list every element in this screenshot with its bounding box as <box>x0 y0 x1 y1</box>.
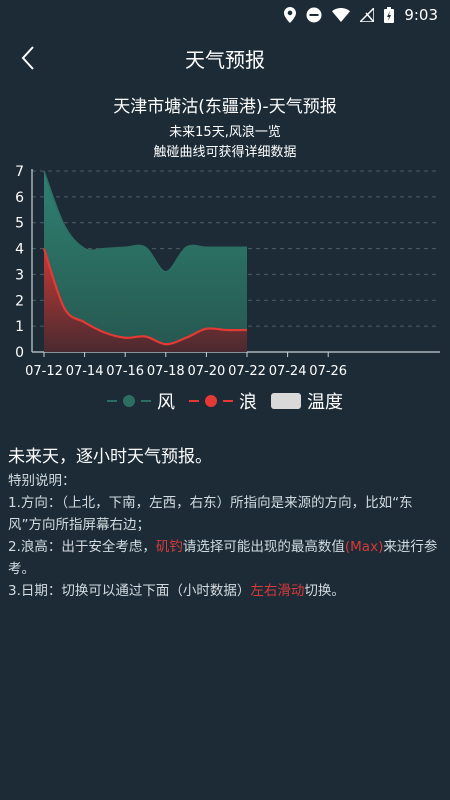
notes-date: 3.日期：切换可以通过下面（小时数据）左右滑动切换。 <box>8 583 345 599</box>
no-signal-icon <box>360 8 375 22</box>
y-tick-label: 6 <box>15 190 24 206</box>
nav-bar: 天气预报 <box>0 30 450 86</box>
notes-wave-height: 2.浪高：出于安全考虑，矶钓请选择可能出现的最高数值(Max)来进行参考。 <box>8 539 438 577</box>
info-title: 未来天，逐小时天气预报。 <box>8 447 212 467</box>
status-bar: 9:03 <box>0 0 450 30</box>
y-tick-label: 1 <box>15 319 24 335</box>
y-tick-label: 4 <box>15 242 24 258</box>
x-tick-label: 07-14 <box>66 364 104 379</box>
y-tick-label: 2 <box>15 293 24 309</box>
forecast-chart[interactable]: 0123456707-12 07-14 07-16 07-18 07-20 07-22 07… <box>0 160 450 385</box>
legend-temperature-swatch-icon <box>271 393 301 409</box>
y-tick-label: 5 <box>15 216 24 232</box>
legend-wind-line-icon <box>107 400 117 402</box>
chart-title: 天津市塘沽(东疆港)-天气预报 <box>113 97 337 117</box>
x-tick-label: 07-20 <box>188 364 226 379</box>
highlight-rock-fishing: 矶钓 <box>155 539 183 555</box>
x-tick-label: 07-24 <box>269 364 307 379</box>
legend-wind-label: 风 <box>157 392 175 413</box>
y-tick-label: 0 <box>15 345 24 361</box>
highlight-max: (Max) <box>344 539 384 555</box>
y-tick-label: 3 <box>15 267 24 283</box>
x-tick-label: 07-18 <box>147 364 185 379</box>
y-tick-label: 7 <box>15 164 24 180</box>
battery-icon <box>384 7 395 23</box>
legend-wind-dot-icon <box>123 395 135 407</box>
notes-heading: 特别说明： <box>8 473 76 489</box>
location-icon <box>284 7 297 23</box>
legend-wave-line-icon <box>223 400 233 402</box>
wifi-icon <box>332 8 351 22</box>
x-tick-label: 07-16 <box>106 364 144 379</box>
status-time: 9:03 <box>404 6 438 24</box>
notes-direction: 1.方向：（上北，下南，左西，右东）所指向是来源的方向，比如“东风”方向所指屏幕… <box>8 495 413 533</box>
legend-wind[interactable]: 风 <box>107 388 175 414</box>
chart-legend: 风 浪 温度 <box>0 388 450 414</box>
legend-temperature-label: 温度 <box>307 392 343 413</box>
x-tick-label: 07-22 <box>228 364 266 379</box>
chart-hint: 触碰曲线可获得详细数据 <box>153 145 297 160</box>
x-tick-label: 07-26 <box>309 364 347 379</box>
legend-wave-dot-icon <box>205 395 217 407</box>
notes: 特别说明： 1.方向：（上北，下南，左西，右东）所指向是来源的方向，比如“东风”… <box>8 470 442 602</box>
page-title: 天气预报 <box>185 48 265 72</box>
legend-wave-label: 浪 <box>239 392 257 413</box>
legend-wave[interactable]: 浪 <box>189 388 257 414</box>
highlight-swipe: 左右滑动 <box>250 583 305 599</box>
chart-subtitle: 未来15天,风浪一览 <box>169 125 281 140</box>
legend-wind-line-icon <box>141 400 151 402</box>
x-tick-label: 07-12 <box>25 364 63 379</box>
legend-temperature[interactable]: 温度 <box>271 388 343 414</box>
do-not-disturb-icon <box>306 7 322 23</box>
legend-wave-line-icon <box>189 400 199 402</box>
